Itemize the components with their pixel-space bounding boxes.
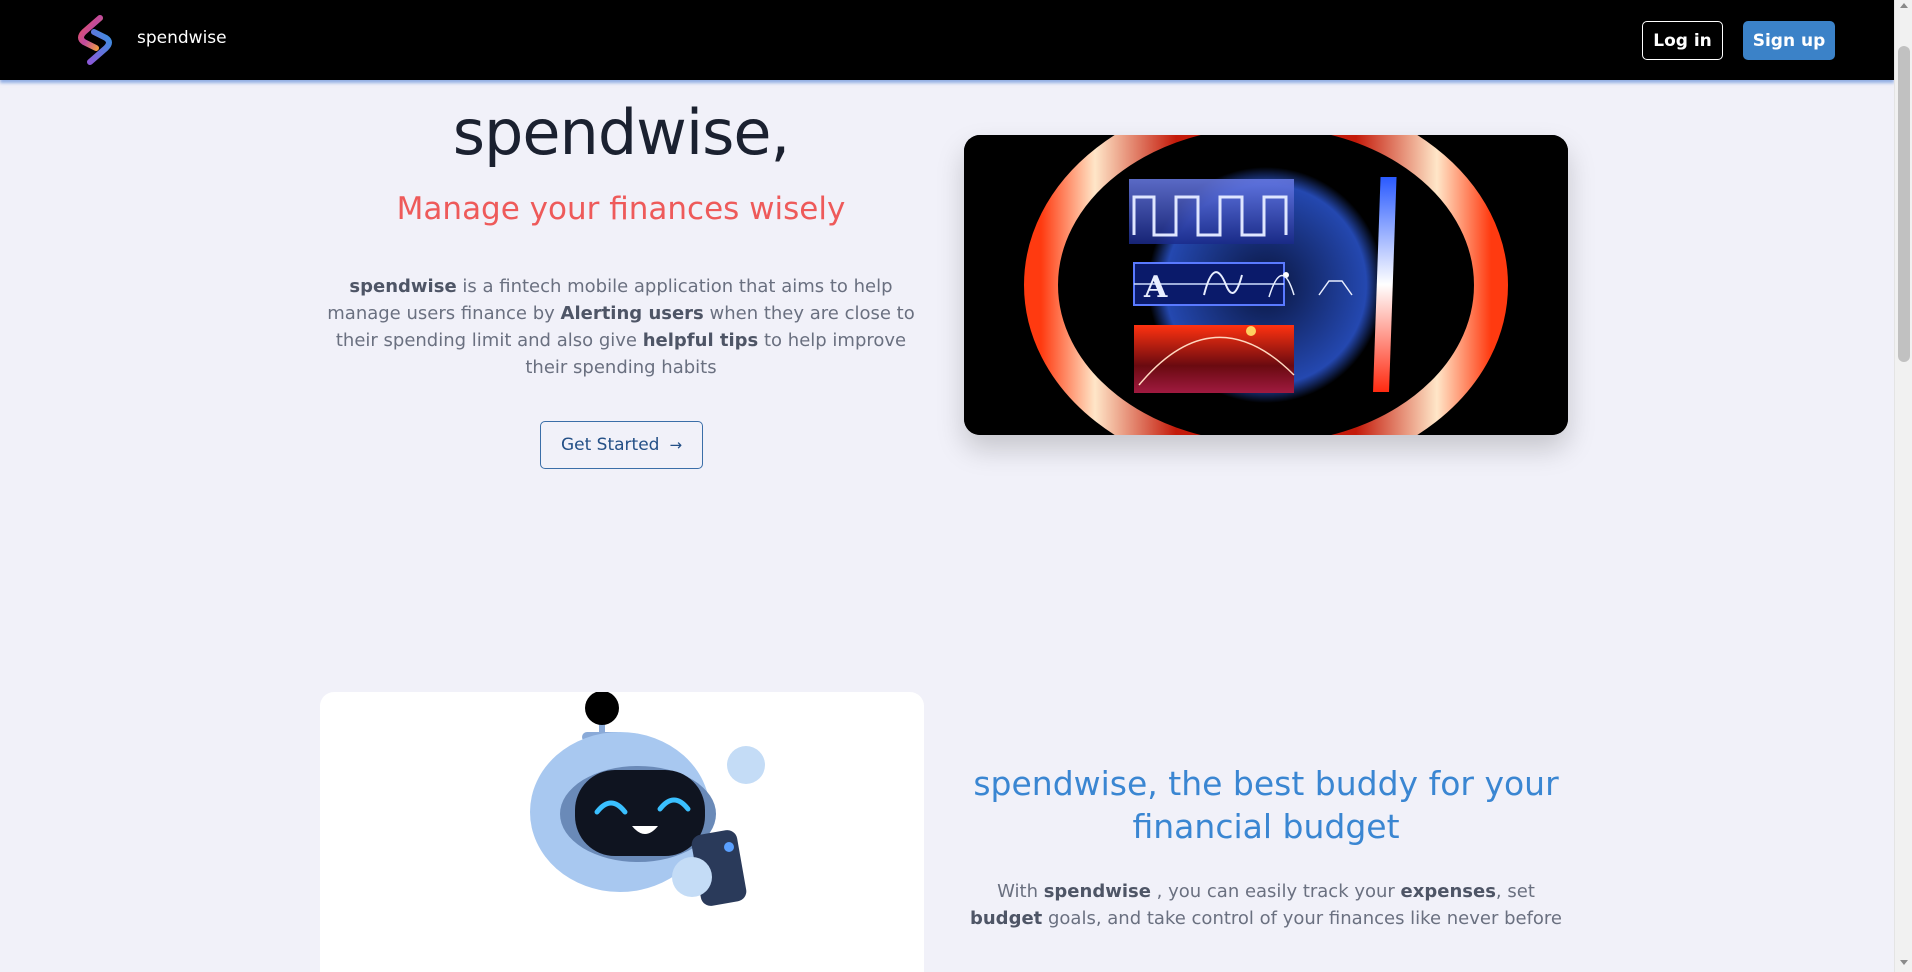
scroll-up-icon[interactable] <box>1900 3 1908 8</box>
section-desc-expenses: expenses <box>1400 881 1496 902</box>
scrollbar-thumb[interactable] <box>1898 46 1910 362</box>
hero-desc-alerting: Alerting users <box>560 303 704 324</box>
get-started-button[interactable]: Get Started → <box>540 421 703 469</box>
hero-desc-tips: helpful tips <box>642 330 759 351</box>
hero-desc-brand: spendwise <box>349 276 457 297</box>
robot-illustration-card <box>320 692 924 972</box>
section-desc-text-3: goals, and take control of your finances… <box>1042 908 1563 929</box>
spendwise-logo-icon[interactable] <box>70 14 120 66</box>
scroll-down-icon[interactable] <box>1900 960 1908 965</box>
hero-illustration: A <box>964 135 1568 435</box>
arrow-right-icon: → <box>669 436 683 454</box>
brand-name[interactable]: spendwise <box>137 28 227 48</box>
hero-description: spendwise is a fintech mobile applicatio… <box>321 273 921 381</box>
section-desc-budget: budget <box>969 908 1043 929</box>
hero-title: spendwise, <box>452 96 791 169</box>
signup-button[interactable]: Sign up <box>1743 21 1835 60</box>
section-desc-text-0: With <box>997 881 1044 902</box>
navbar: spendwise Log in Sign up <box>0 0 1894 80</box>
robot-mascot-icon <box>530 692 765 906</box>
get-started-label: Get Started <box>560 435 660 455</box>
section-title: spendwise, the best buddy for your finan… <box>973 764 1559 846</box>
section-desc-text-2: , set <box>1495 881 1535 902</box>
section-desc-brand: spendwise <box>1043 881 1151 902</box>
vertical-scrollbar[interactable] <box>1894 0 1912 972</box>
svg-text:A: A <box>1143 270 1168 305</box>
section-description: With spendwise , you can easily track yo… <box>964 878 1568 932</box>
hero-subtitle: Manage your finances wisely <box>396 191 846 227</box>
login-button[interactable]: Log in <box>1642 21 1723 60</box>
section-desc-text-1: , you can easily track your <box>1150 881 1401 902</box>
